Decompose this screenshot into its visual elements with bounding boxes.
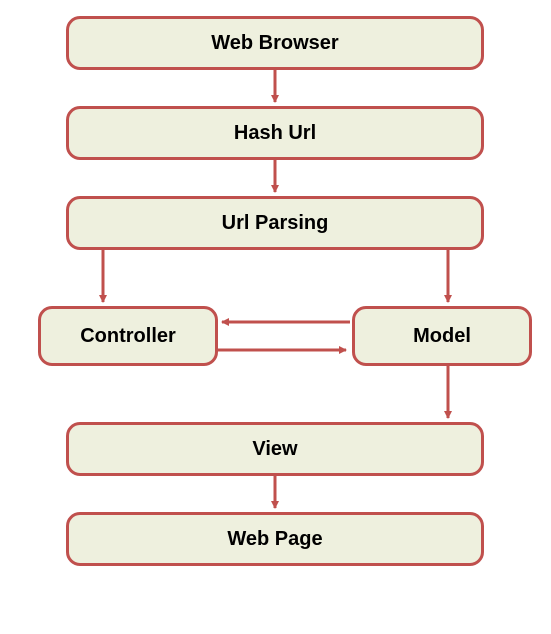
node-label: Hash Url [234, 122, 316, 145]
node-model: Model [352, 306, 532, 366]
node-controller: Controller [38, 306, 218, 366]
node-label: View [252, 438, 297, 461]
node-label: Model [413, 325, 471, 348]
node-label: Web Browser [211, 32, 338, 55]
node-label: Web Page [227, 528, 322, 551]
node-label: Url Parsing [222, 212, 329, 235]
node-web-page: Web Page [66, 512, 484, 566]
node-url-parsing: Url Parsing [66, 196, 484, 250]
node-web-browser: Web Browser [66, 16, 484, 70]
node-view: View [66, 422, 484, 476]
node-label: Controller [80, 325, 176, 348]
node-hash-url: Hash Url [66, 106, 484, 160]
